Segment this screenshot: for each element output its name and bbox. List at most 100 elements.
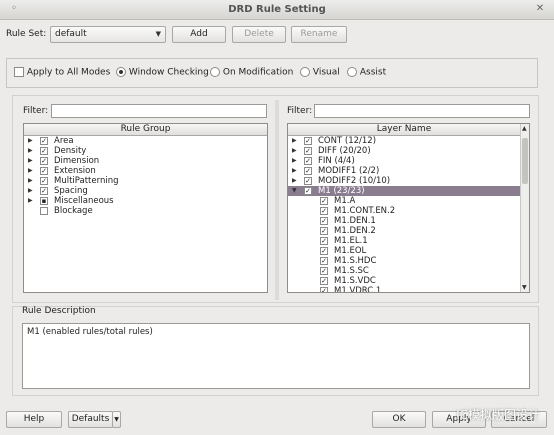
mode-visual[interactable]: Visual <box>300 67 340 78</box>
right-filter-input[interactable] <box>314 104 530 118</box>
defaults-button[interactable]: Defaults <box>68 411 113 428</box>
layer-row[interactable]: ▼ ✓ M1 (23/23) <box>288 186 520 196</box>
layer-checkbox[interactable]: ✓ <box>320 227 328 235</box>
layer-checkbox[interactable]: ✓ <box>320 247 328 255</box>
layer-name-list[interactable]: Layer Name ▶ ✓ CONT (12/12) ▶ ✓ DIFF (20/20) ▶… <box>287 123 530 293</box>
layer-row[interactable]: ✓ M1.CONT.EN.2 <box>288 206 520 216</box>
layer-label: M1.S.SC <box>334 266 369 276</box>
apply-all-checkbox[interactable] <box>14 67 24 77</box>
layer-row[interactable]: ✓ M1.EL.1 <box>288 236 520 246</box>
triangle-right-icon[interactable]: ▶ <box>28 156 33 166</box>
triangle-right-icon[interactable]: ▶ <box>292 136 297 146</box>
layer-row[interactable]: ✓ M1.S.HDC <box>288 256 520 266</box>
triangle-right-icon[interactable]: ▶ <box>292 156 297 166</box>
radio-window-checking[interactable] <box>116 67 126 77</box>
scroll-thumb[interactable] <box>522 138 528 184</box>
rule-group-checkbox[interactable]: ▪ <box>40 197 48 205</box>
layer-checkbox[interactable]: ✓ <box>304 187 312 195</box>
triangle-right-icon[interactable]: ▶ <box>28 186 33 196</box>
mode-assist[interactable]: Assist <box>347 67 386 78</box>
layer-row[interactable]: ✓ M1.DEN.1 <box>288 216 520 226</box>
triangle-down-icon[interactable]: ▼ <box>292 186 297 196</box>
rule-group-checkbox[interactable] <box>40 207 48 215</box>
layer-checkbox[interactable]: ✓ <box>304 167 312 175</box>
rename-button[interactable]: Rename <box>291 26 347 43</box>
rule-group-checkbox[interactable]: ✓ <box>40 137 48 145</box>
triangle-right-icon[interactable]: ▶ <box>28 166 33 176</box>
rule-group-row[interactable]: ▶ ✓ Spacing <box>24 186 267 196</box>
close-icon[interactable]: ✕ <box>534 3 546 15</box>
radio-visual[interactable] <box>300 67 310 77</box>
layer-checkbox[interactable]: ✓ <box>304 157 312 165</box>
triangle-right-icon[interactable]: ▶ <box>292 176 297 186</box>
layer-checkbox[interactable]: ✓ <box>320 287 328 292</box>
triangle-right-icon[interactable]: ▶ <box>28 176 33 186</box>
defaults-dropdown-icon[interactable]: ▼ <box>112 411 121 428</box>
layer-checkbox[interactable]: ✓ <box>320 207 328 215</box>
layer-checkbox[interactable]: ✓ <box>304 147 312 155</box>
apply-all-option[interactable]: Apply to All Modes <box>14 67 110 78</box>
rule-group-checkbox[interactable]: ✓ <box>40 157 48 165</box>
triangle-right-icon[interactable]: ▶ <box>292 166 297 176</box>
rule-group-label: Extension <box>54 166 96 176</box>
ok-button[interactable]: OK <box>372 411 426 428</box>
layer-checkbox[interactable]: ✓ <box>320 257 328 265</box>
layer-label: MODIFF2 (10/10) <box>318 176 391 186</box>
rule-group-list[interactable]: Rule Group ▶ ✓ Area ▶ ✓ Density ▶ ✓ Dimension ▶ ✓ E… <box>23 123 268 293</box>
rule-group-row[interactable]: ▶ ✓ Area <box>24 136 267 146</box>
layer-checkbox[interactable]: ✓ <box>320 197 328 205</box>
layer-row[interactable]: ✓ M1.S.VDC <box>288 276 520 286</box>
layer-row[interactable]: ✓ M1.VDRC.1 <box>288 286 520 292</box>
rule-group-row[interactable]: ▶ ✓ Density <box>24 146 267 156</box>
layer-checkbox[interactable]: ✓ <box>320 277 328 285</box>
help-button[interactable]: Help <box>6 411 62 428</box>
layer-row[interactable]: ▶ ✓ MODIFF1 (2/2) <box>288 166 520 176</box>
left-filter-input[interactable] <box>51 104 267 118</box>
triangle-right-icon[interactable]: ▶ <box>28 196 33 206</box>
rule-group-checkbox[interactable]: ✓ <box>40 177 48 185</box>
layer-checkbox[interactable]: ✓ <box>320 217 328 225</box>
layer-row[interactable]: ▶ ✓ FIN (4/4) <box>288 156 520 166</box>
radio-on-modification[interactable] <box>210 67 220 77</box>
layer-checkbox[interactable]: ✓ <box>320 237 328 245</box>
rule-group-row[interactable]: ▶ ▪ Miscellaneous <box>24 196 267 206</box>
layer-row[interactable]: ✓ M1.A <box>288 196 520 206</box>
triangle-right-icon[interactable]: ▶ <box>28 136 33 146</box>
add-button[interactable]: Add <box>172 26 226 43</box>
layer-row[interactable]: ✓ M1.S.SC <box>288 266 520 276</box>
layer-list-scrollbar[interactable]: ▲ ▼ <box>520 124 529 292</box>
rule-group-row[interactable]: ▶ ✓ MultiPatterning <box>24 176 267 186</box>
ruleset-combo[interactable]: default ▼ <box>50 26 166 43</box>
layer-label: M1.S.VDC <box>334 276 376 286</box>
triangle-right-icon[interactable]: ▶ <box>28 146 33 156</box>
layer-row[interactable]: ✓ M1.EOL <box>288 246 520 256</box>
layer-label: M1.A <box>334 196 356 206</box>
rule-group-checkbox[interactable]: ✓ <box>40 167 48 175</box>
mode-window-checking[interactable]: Window Checking <box>116 67 209 78</box>
scroll-down-icon[interactable]: ▼ <box>522 284 527 291</box>
rule-group-row[interactable]: ▶ ✓ Extension <box>24 166 267 176</box>
layer-row[interactable]: ▶ ✓ DIFF (20/20) <box>288 146 520 156</box>
layer-checkbox[interactable]: ✓ <box>320 267 328 275</box>
scroll-up-icon[interactable]: ▲ <box>522 125 527 132</box>
radio-assist[interactable] <box>347 67 357 77</box>
layer-checkbox[interactable]: ✓ <box>304 177 312 185</box>
delete-button[interactable]: Delete <box>232 26 286 43</box>
rule-group-row[interactable]: ▶ ✓ Dimension <box>24 156 267 166</box>
rule-group-rows: ▶ ✓ Area ▶ ✓ Density ▶ ✓ Dimension ▶ ✓ Extension ▶ ✓ M… <box>24 136 267 216</box>
layer-checkbox[interactable]: ✓ <box>304 137 312 145</box>
pane-splitter[interactable] <box>275 100 279 300</box>
rule-group-header: Rule Group <box>24 124 267 136</box>
rule-group-checkbox[interactable]: ✓ <box>40 187 48 195</box>
rule-group-checkbox[interactable]: ✓ <box>40 147 48 155</box>
apply-all-label: Apply to All Modes <box>26 67 111 78</box>
layer-row[interactable]: ▶ ✓ CONT (12/12) <box>288 136 520 146</box>
mode-on-modification[interactable]: On Modification <box>210 67 293 78</box>
layer-row[interactable]: ▶ ✓ MODIFF2 (10/10) <box>288 176 520 186</box>
layer-label: FIN (4/4) <box>318 156 355 166</box>
layer-row[interactable]: ✓ M1.DEN.2 <box>288 226 520 236</box>
layer-label: CONT (12/12) <box>318 136 377 146</box>
triangle-right-icon[interactable]: ▶ <box>292 146 297 156</box>
layer-label: M1.DEN.2 <box>334 226 376 236</box>
rule-group-row[interactable]: Blockage <box>24 206 267 216</box>
